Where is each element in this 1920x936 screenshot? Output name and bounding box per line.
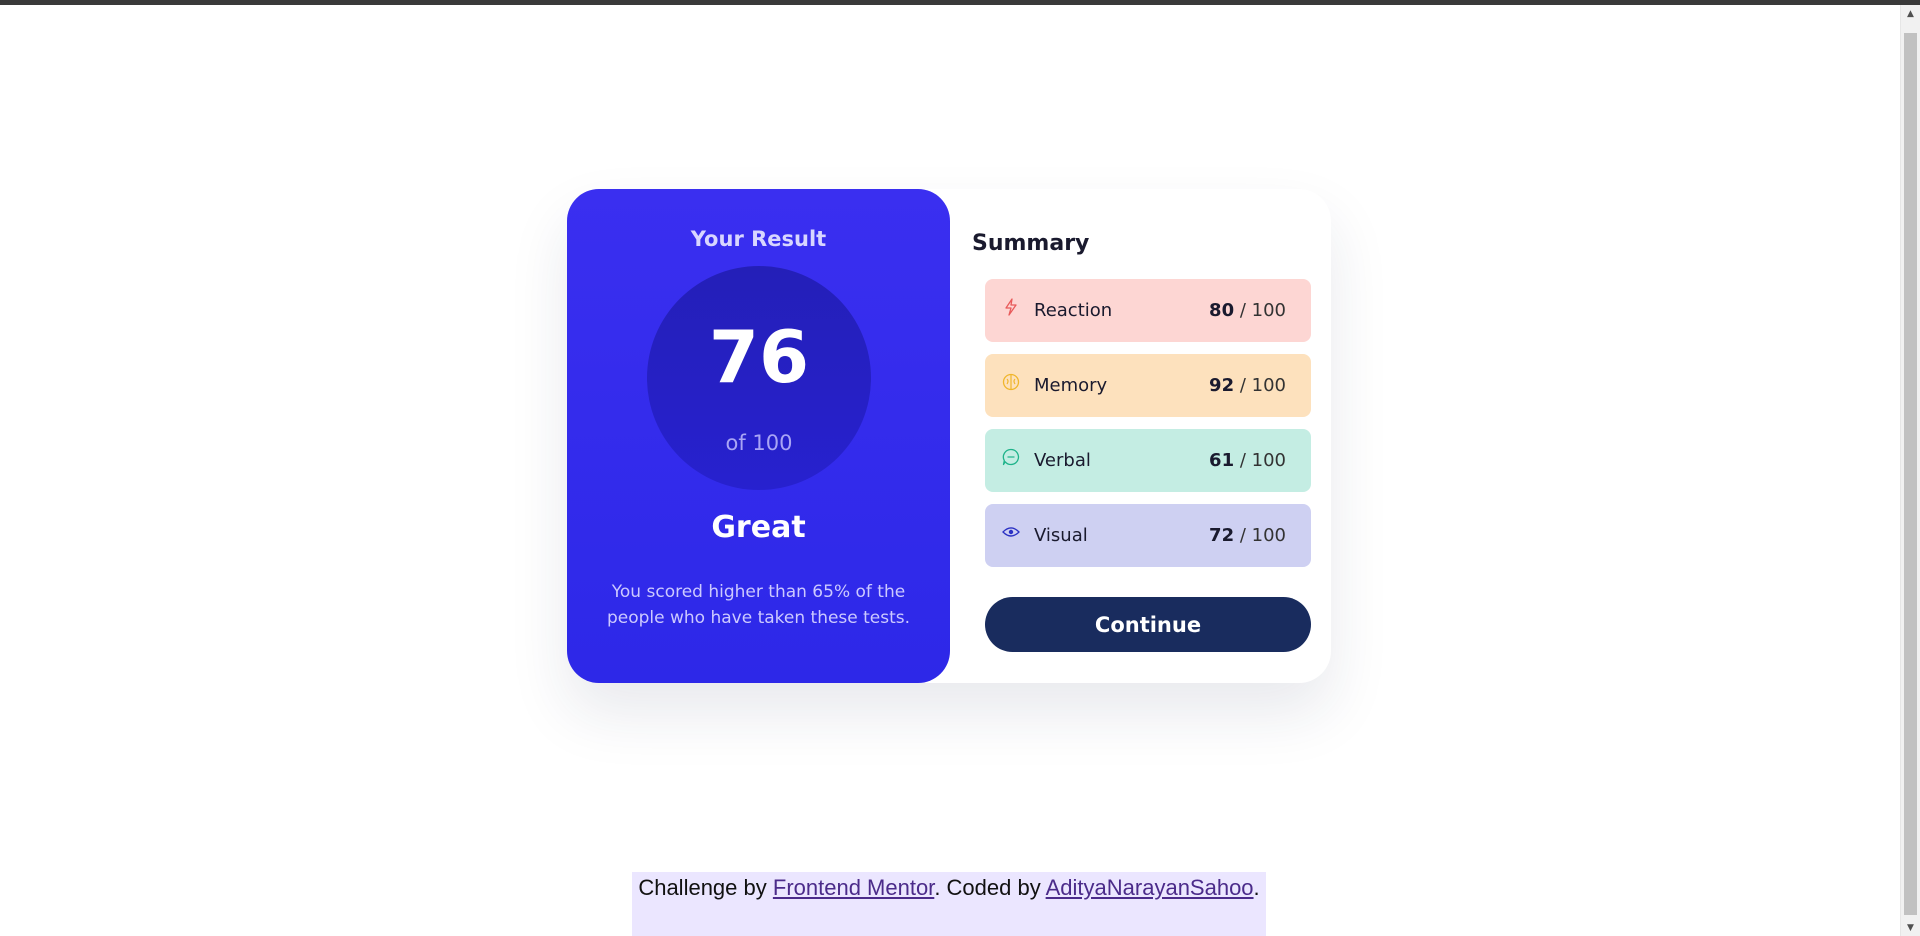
summary-item-visual: Visual 72 / 100 (985, 504, 1311, 567)
scrollbar-thumb[interactable] (1904, 33, 1917, 915)
summary-content: Summary Reaction 80 / 100 Memory 92 / 10… (567, 189, 1331, 683)
footer-prefix: Challenge by (638, 875, 773, 900)
scroll-down-arrow-icon[interactable]: ▼ (1901, 919, 1920, 936)
summary-item-label: Reaction (1034, 300, 1113, 321)
summary-item-score: 92 / 100 (1209, 375, 1286, 396)
summary-item-label: Memory (1034, 375, 1108, 396)
continue-button[interactable]: Continue (985, 597, 1311, 652)
vertical-scrollbar[interactable]: ▲ ▼ (1900, 5, 1920, 936)
page-viewport: Your Result 76 of 100 Great You scored h… (0, 5, 1900, 936)
scroll-up-arrow-icon[interactable]: ▲ (1901, 5, 1920, 22)
summary-item-label: Visual (1034, 525, 1088, 546)
brain-icon (1000, 371, 1022, 393)
summary-heading: Summary (972, 231, 1090, 256)
summary-item-verbal: Verbal 61 / 100 (985, 429, 1311, 492)
summary-item-score: 80 / 100 (1209, 300, 1286, 321)
summary-item-score: 61 / 100 (1209, 450, 1286, 471)
author-link[interactable]: AdityaNarayanSahoo (1046, 875, 1254, 900)
footer-suffix: . (1253, 875, 1260, 900)
chat-bubble-icon (1000, 446, 1022, 468)
frontend-mentor-link[interactable]: Frontend Mentor (773, 875, 934, 900)
eye-icon (1000, 521, 1022, 543)
summary-item-reaction: Reaction 80 / 100 (985, 279, 1311, 342)
attribution-footer: Challenge by Frontend Mentor. Coded by A… (632, 872, 1266, 936)
summary-item-label: Verbal (1034, 450, 1091, 471)
footer-middle: . Coded by (934, 875, 1046, 900)
summary-item-memory: Memory 92 / 100 (985, 354, 1311, 417)
summary-item-score: 72 / 100 (1209, 525, 1286, 546)
lightning-icon (1000, 296, 1022, 318)
